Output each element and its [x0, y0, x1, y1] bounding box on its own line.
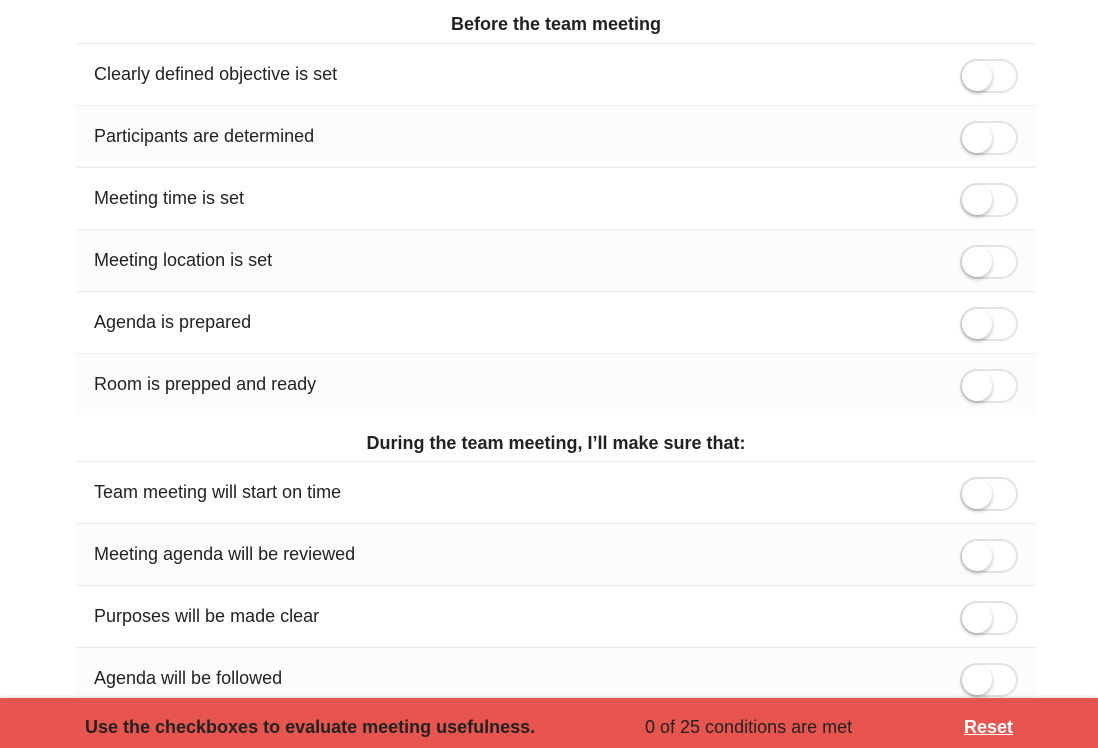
meeting-checklist-page: Before the team meeting Clearly defined …	[0, 0, 1098, 748]
item-label: Clearly defined objective is set	[94, 64, 338, 84]
list-item: Room is prepped and ready	[76, 354, 1036, 415]
toggle-knob	[962, 123, 992, 153]
toggle-switch[interactable]	[960, 245, 1018, 279]
item-label: Participants are determined	[94, 126, 315, 146]
toggle-knob	[962, 247, 992, 277]
toggle-knob	[962, 603, 992, 633]
section-before-rows: Clearly defined objective is set Partici…	[76, 44, 1036, 415]
item-label: Meeting location is set	[94, 250, 273, 270]
toggle-knob	[962, 371, 992, 401]
item-label: Agenda is prepared	[94, 312, 252, 332]
list-item: Meeting agenda will be reviewed	[76, 524, 1036, 586]
toggle-switch[interactable]	[960, 601, 1018, 635]
toggle-switch[interactable]	[960, 477, 1018, 511]
list-item: Participants are determined	[76, 106, 1036, 168]
section-title-before: Before the team meeting	[76, 0, 1036, 44]
section-title-during: During the team meeting, I’ll make sure …	[76, 415, 1036, 462]
toggle-knob	[962, 61, 992, 91]
item-label: Meeting agenda will be reviewed	[94, 544, 356, 564]
toggle-switch[interactable]	[960, 663, 1018, 697]
toggle-switch[interactable]	[960, 539, 1018, 573]
toggle-knob	[962, 479, 992, 509]
toggle-knob	[962, 541, 992, 571]
toggle-switch[interactable]	[960, 307, 1018, 341]
list-item: Team meeting will start on time	[76, 462, 1036, 524]
toggle-switch[interactable]	[960, 121, 1018, 155]
section-during-rows: Team meeting will start on time Meeting …	[76, 462, 1036, 710]
list-item: Agenda is prepared	[76, 292, 1036, 354]
toggle-knob	[962, 185, 992, 215]
item-label: Team meeting will start on time	[94, 482, 342, 502]
toggle-knob	[962, 665, 992, 695]
toggle-switch[interactable]	[960, 59, 1018, 93]
item-label: Meeting time is set	[94, 188, 245, 208]
toggle-switch[interactable]	[960, 183, 1018, 217]
list-item: Meeting time is set	[76, 168, 1036, 230]
status-footer: Use the checkboxes to evaluate meeting u…	[0, 698, 1098, 748]
checklist: Before the team meeting Clearly defined …	[76, 0, 1036, 710]
reset-link[interactable]: Reset	[964, 698, 1013, 748]
toggle-knob	[962, 309, 992, 339]
list-item: Purposes will be made clear	[76, 586, 1036, 648]
footer-hint: Use the checkboxes to evaluate meeting u…	[85, 717, 536, 737]
list-item: Meeting location is set	[76, 230, 1036, 292]
conditions-met-count: 0 of 25 conditions are met	[645, 717, 853, 737]
item-label: Room is prepped and ready	[94, 374, 317, 394]
item-label: Purposes will be made clear	[94, 606, 320, 626]
toggle-switch[interactable]	[960, 369, 1018, 403]
list-item: Clearly defined objective is set	[76, 44, 1036, 106]
